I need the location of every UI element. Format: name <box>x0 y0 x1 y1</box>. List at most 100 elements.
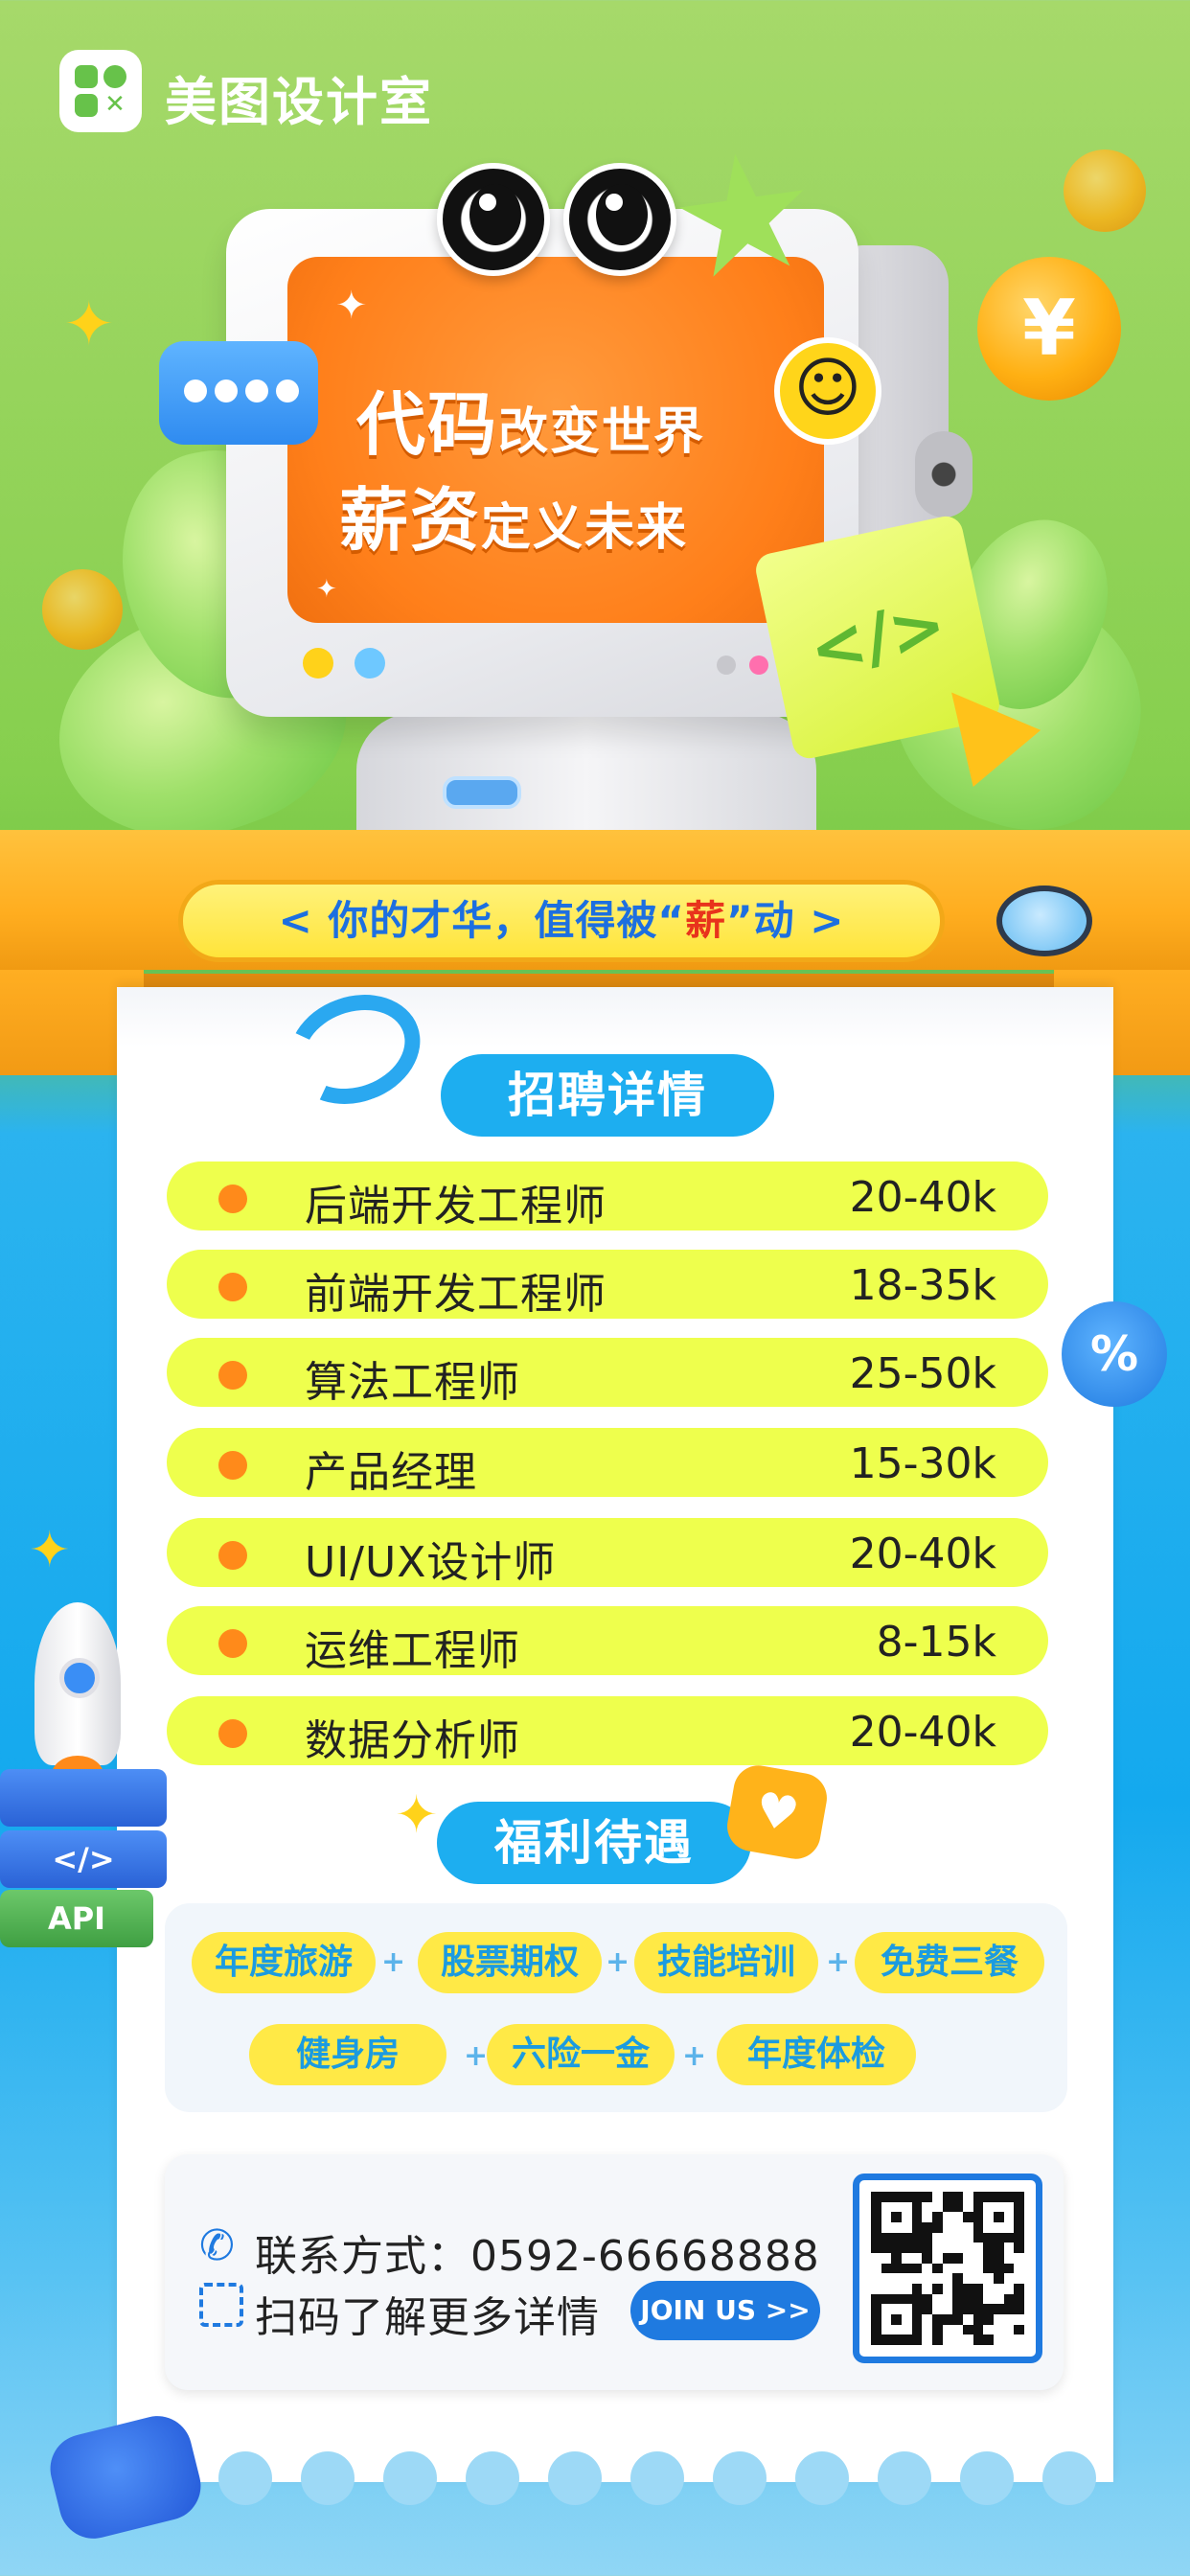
qr-module <box>973 2253 984 2264</box>
qr-module <box>1004 2212 1015 2222</box>
qr-module <box>1003 2304 1015 2314</box>
bullet-dot-icon <box>218 1451 247 1480</box>
qr-module <box>1003 2293 1015 2305</box>
speaker-grille <box>443 776 521 809</box>
qr-module <box>983 2202 994 2213</box>
qr-module <box>911 2242 923 2253</box>
scallop-notch <box>383 2451 437 2505</box>
qr-module <box>973 2273 984 2284</box>
qr-module <box>1004 2222 1015 2233</box>
qr-module <box>943 2273 953 2284</box>
qr-module <box>973 2232 984 2243</box>
book-stack-top-icon <box>0 1769 167 1827</box>
qr-module <box>871 2201 881 2213</box>
qr-module <box>932 2294 943 2305</box>
qr-module <box>952 2233 963 2243</box>
job-salary: 8-15k <box>876 1618 996 1667</box>
job-row[interactable]: 数据分析师 20-40k <box>167 1696 1048 1765</box>
join-us-button[interactable]: JOIN US >> <box>630 2281 820 2340</box>
job-row[interactable]: UI/UX设计师 20-40k <box>167 1518 1048 1587</box>
qr-module <box>973 2293 984 2305</box>
qr-module <box>902 2334 912 2345</box>
qr-module <box>1004 2284 1015 2294</box>
job-name: 前端开发工程师 <box>305 1270 606 1319</box>
headline-1-big: 代码 <box>356 384 499 465</box>
qr-module <box>891 2253 902 2264</box>
camera-knob-icon <box>915 431 973 518</box>
qr-module <box>881 2334 892 2345</box>
qr-module <box>911 2263 923 2274</box>
qr-module <box>983 2334 994 2345</box>
qr-module <box>1014 2232 1024 2243</box>
job-name: 数据分析师 <box>305 1716 520 1765</box>
qr-module <box>871 2222 881 2233</box>
qr-module <box>983 2253 994 2264</box>
qr-module <box>932 2273 943 2284</box>
benefits-section-title: 福利待遇 <box>437 1802 751 1884</box>
qr-module <box>932 2212 943 2222</box>
headline-2-big: 薪资 <box>339 480 482 561</box>
job-name: 运维工程师 <box>305 1626 520 1675</box>
qr-module <box>1003 2263 1015 2274</box>
heart-bubble-icon: ♥ <box>722 1761 832 1863</box>
qr-module <box>973 2212 984 2222</box>
qr-module <box>952 2222 963 2233</box>
qr-module <box>871 2324 881 2335</box>
qr-module <box>983 2232 994 2243</box>
qr-module <box>952 2264 963 2274</box>
bullet-dot-icon <box>218 1273 247 1301</box>
qr-module <box>1004 2273 1015 2284</box>
qr-module <box>994 2334 1004 2345</box>
scallop-notch <box>795 2451 849 2505</box>
percent-badge-icon: % <box>1062 1301 1167 1407</box>
qr-module <box>952 2304 963 2314</box>
job-salary: 18-35k <box>849 1261 996 1310</box>
qr-module <box>881 2273 892 2284</box>
slogan-highlight: 薪 <box>684 897 726 944</box>
qr-module <box>932 2253 943 2264</box>
qr-module <box>963 2293 973 2305</box>
qr-module <box>891 2222 902 2233</box>
plus-separator: + <box>682 2039 707 2073</box>
qr-module <box>912 2253 923 2264</box>
job-row[interactable]: 算法工程师 25-50k <box>167 1338 1048 1407</box>
qr-module <box>881 2304 892 2314</box>
qr-module <box>973 2264 984 2274</box>
qr-module <box>911 2192 923 2202</box>
qr-module <box>891 2212 902 2222</box>
job-row[interactable]: 后端开发工程师 20-40k <box>167 1162 1048 1230</box>
qr-module <box>871 2212 881 2222</box>
qr-module <box>973 2314 984 2325</box>
job-row[interactable]: 前端开发工程师 18-35k <box>167 1250 1048 1319</box>
benefit-tag: 年度体检 <box>717 2024 916 2085</box>
job-row[interactable]: 运维工程师 8-15k <box>167 1606 1048 1675</box>
qr-module <box>963 2304 973 2314</box>
qr-module <box>963 2212 973 2222</box>
scallop-notch <box>713 2451 767 2505</box>
qr-module <box>952 2293 963 2305</box>
brand-logo-icon: ✕ <box>59 50 142 132</box>
job-row[interactable]: 产品经理 15-30k <box>167 1428 1048 1497</box>
qr-module <box>891 2263 902 2274</box>
qr-code[interactable] <box>853 2174 1042 2363</box>
qr-module <box>871 2314 881 2325</box>
headline-line-2: 薪资定义未来 <box>339 464 688 564</box>
qr-module <box>932 2202 943 2213</box>
qr-module <box>1004 2242 1015 2253</box>
qr-module <box>994 2314 1004 2325</box>
qr-module <box>1014 2253 1024 2264</box>
qr-module <box>932 2334 943 2345</box>
qr-module <box>881 2202 892 2213</box>
qr-module <box>943 2233 953 2243</box>
qr-module <box>943 2325 953 2335</box>
qr-module <box>942 2201 953 2213</box>
bullet-dot-icon <box>218 1629 247 1658</box>
qr-module <box>943 2222 953 2233</box>
qr-module <box>983 2222 994 2233</box>
qr-module <box>881 2263 892 2274</box>
qr-module <box>871 2264 881 2274</box>
contact-phone[interactable]: 联系方式：0592-66668888 <box>255 2221 820 2283</box>
qr-module <box>994 2222 1004 2233</box>
job-name: 算法工程师 <box>305 1358 520 1407</box>
book-api-icon: API <box>0 1890 153 1947</box>
